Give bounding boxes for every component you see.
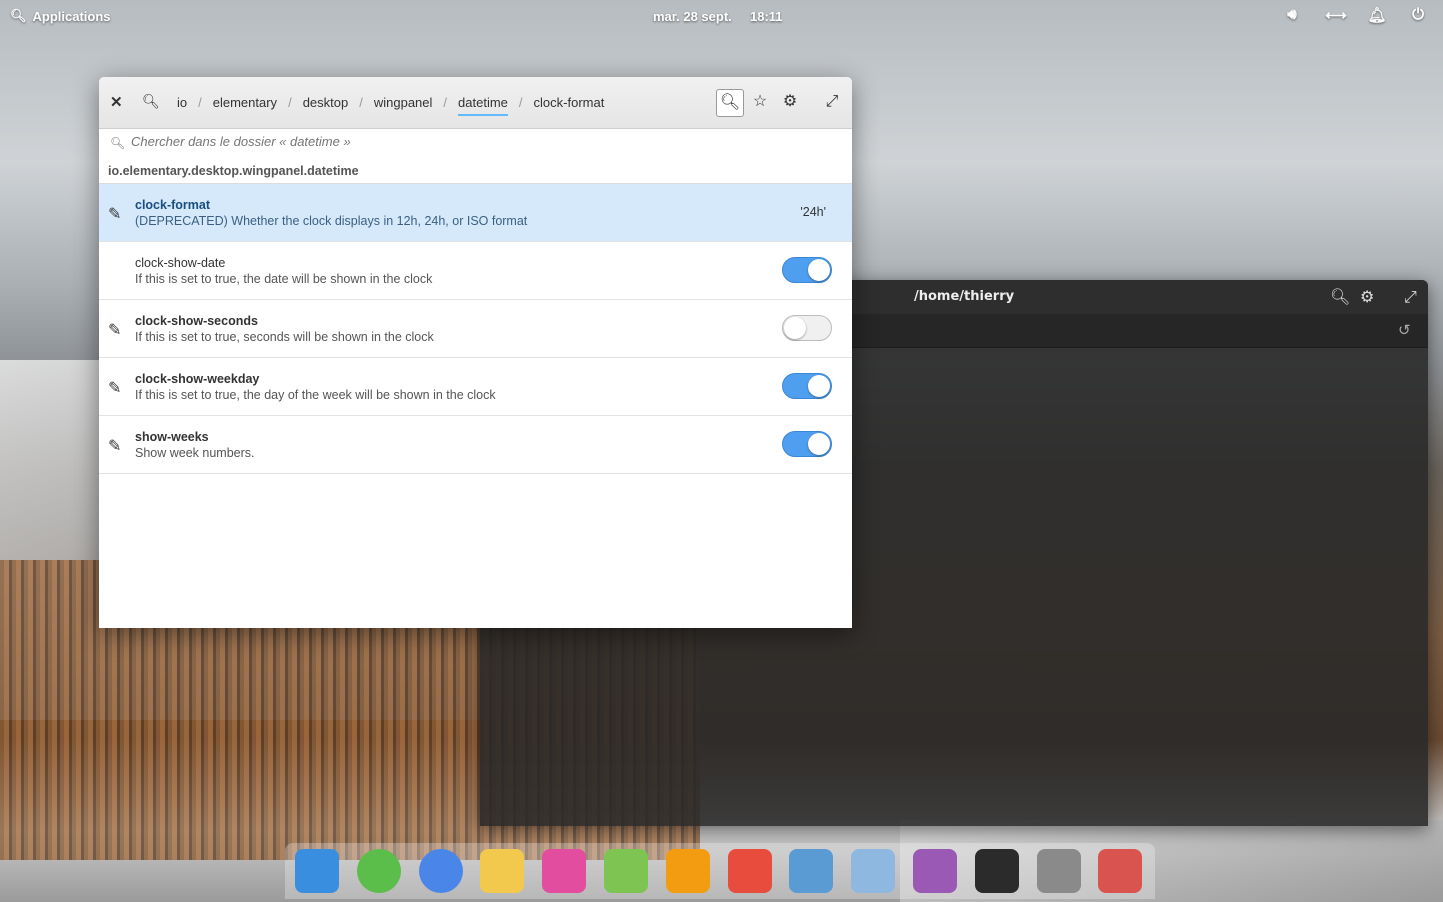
mail-icon[interactable] [480, 849, 525, 893]
network-icon[interactable]: ⟷ [1325, 6, 1347, 26]
key-description: Show week numbers. [135, 446, 255, 460]
crumb-desktop[interactable]: desktop [303, 95, 349, 116]
toggle-switch[interactable] [782, 373, 832, 399]
edit-pencil-icon: ✎ [108, 438, 122, 455]
music-icon[interactable] [665, 849, 710, 893]
gear-icon[interactable]: ⚙ [1360, 287, 1374, 306]
key-name: clock-format [135, 198, 211, 212]
root-path-icon[interactable]: 🔍︎ [142, 93, 160, 110]
calendar-icon[interactable] [604, 849, 648, 893]
applications-menu[interactable]: 🔍︎ Applications [10, 8, 111, 24]
search-toggle-button[interactable]: 🔍︎ [716, 89, 744, 117]
maximize-icon[interactable]: ⤢ [1404, 287, 1417, 307]
history-icon[interactable]: ↺ [1398, 321, 1411, 339]
key-row-clock-format[interactable]: ✎ clock-format (DEPRECATED) Whether the … [99, 184, 852, 242]
top-panel: 🔍︎ Applications mar. 28 sept. 18:11 🔊︎ ⟷… [0, 0, 1443, 32]
key-description: If this is set to true, the day of the w… [135, 388, 496, 402]
key-value: '24h' [800, 205, 826, 219]
breadcrumb: io / elementary / desktop / wingpanel / date… [177, 95, 604, 116]
key-description: (DEPRECATED) Whether the clock displays … [135, 214, 528, 228]
dconf-editor-window[interactable]: ✕ 🔍︎ io / elementary / desktop / wingpanel /… [99, 77, 852, 628]
photos-icon[interactable] [789, 849, 834, 893]
search-icon: 🔍︎ [110, 136, 126, 150]
tasks-icon[interactable] [542, 849, 587, 893]
toggle-switch[interactable] [782, 431, 832, 457]
headerbar: ✕ 🔍︎ io / elementary / desktop / wingpanel /… [99, 77, 852, 129]
panel-date[interactable]: mar. 28 sept. [653, 9, 732, 24]
key-row-clock-show-date[interactable]: clock-show-date If this is set to true, … [99, 242, 852, 300]
toggle-switch[interactable] [782, 315, 832, 341]
terminal-title: /home/thierry [914, 289, 1015, 304]
videos-icon[interactable] [727, 849, 772, 893]
search-bar: 🔍︎ [99, 129, 852, 159]
key-name: clock-show-date [135, 256, 226, 270]
volume-icon[interactable]: 🔊︎ [1281, 6, 1303, 26]
panel-time[interactable]: 18:11 [750, 9, 783, 24]
key-name: clock-show-seconds [135, 314, 258, 328]
chromium-icon[interactable] [418, 849, 463, 893]
key-row-show-weeks[interactable]: ✎ show-weeks Show week numbers. [99, 416, 852, 474]
schema-header: io.elementary.desktop.wingpanel.datetime [99, 159, 852, 184]
close-button[interactable]: ✕ [110, 93, 123, 111]
power-icon[interactable]: ⏻ [1407, 6, 1429, 26]
crumb-wingpanel[interactable]: wingpanel [374, 95, 433, 116]
key-description: If this is set to true, seconds will be … [135, 330, 434, 344]
appcenter-icon[interactable] [913, 849, 957, 893]
edit-pencil-icon: ✎ [108, 380, 122, 397]
dock [285, 843, 1155, 899]
search-input[interactable] [129, 133, 833, 150]
crumb-datetime[interactable]: datetime [458, 95, 508, 116]
edit-pencil-icon: ✎ [108, 206, 122, 223]
key-name: show-weeks [135, 430, 209, 444]
key-row-clock-show-weekday[interactable]: ✎ clock-show-weekday If this is set to t… [99, 358, 852, 416]
menu-button[interactable]: ⚙ [777, 89, 803, 115]
gear-icon: ⚙ [782, 93, 798, 110]
key-row-clock-show-seconds[interactable]: ✎ clock-show-seconds If this is set to t… [99, 300, 852, 358]
edit-pencil-icon: ✎ [108, 322, 122, 339]
settings-icon[interactable] [851, 849, 896, 893]
terminal-icon[interactable] [974, 849, 1019, 893]
bookmark-button[interactable]: ☆ [747, 89, 773, 115]
crumb-clock-format[interactable]: clock-format [534, 95, 605, 116]
multitasking-view-icon[interactable] [295, 849, 339, 893]
trash-icon[interactable] [1036, 849, 1081, 893]
search-icon[interactable]: 🔍︎ [1330, 287, 1350, 306]
search-icon: 🔍︎ [10, 8, 27, 23]
toggle-switch[interactable] [782, 257, 832, 283]
fullscreen-button[interactable]: ⤢ [819, 89, 845, 115]
search-icon: 🔍︎ [719, 94, 741, 111]
web-browser-icon[interactable] [356, 849, 401, 893]
maximize-icon: ⤢ [825, 93, 839, 110]
crumb-elementary[interactable]: elementary [213, 95, 277, 116]
todo-icon[interactable] [1098, 849, 1143, 893]
applications-label: Applications [32, 8, 111, 24]
key-description: If this is set to true, the date will be… [135, 272, 433, 286]
star-icon: ☆ [752, 93, 768, 110]
notifications-icon[interactable]: 🔔︎ [1366, 6, 1388, 26]
key-name: clock-show-weekday [135, 372, 260, 386]
crumb-io[interactable]: io [177, 95, 187, 116]
